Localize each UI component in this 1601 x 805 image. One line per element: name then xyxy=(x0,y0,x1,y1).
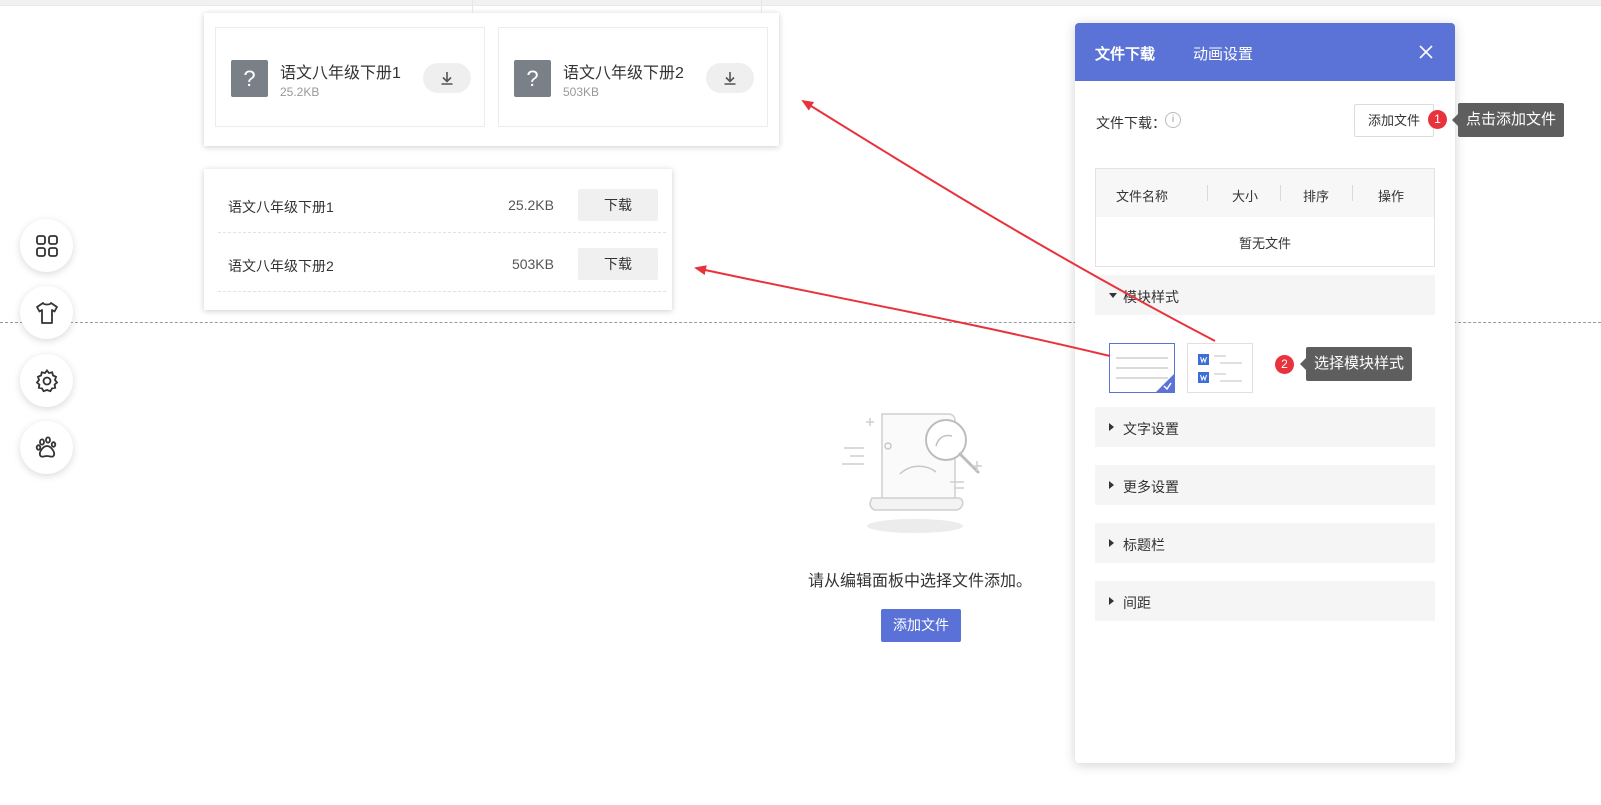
section-text-settings[interactable]: 文字设置 xyxy=(1095,407,1435,447)
tooltip-add-file: 点击添加文件 xyxy=(1451,103,1565,137)
file-name: 语文八年级下册2 xyxy=(228,258,334,274)
column-header-action: 操作 xyxy=(1378,189,1405,204)
column-header-name: 文件名称 xyxy=(1116,189,1169,204)
section-title: 文字设置 xyxy=(1123,421,1179,437)
style-option-list[interactable] xyxy=(1109,343,1175,393)
section-title-bar[interactable]: 标题栏 xyxy=(1095,523,1435,563)
caret-down-icon xyxy=(1109,293,1117,298)
column-header-order: 排序 xyxy=(1303,189,1330,204)
settings-button[interactable] xyxy=(20,354,73,407)
file-table: 文件名称 大小 排序 操作 暂无文件 xyxy=(1095,168,1435,267)
list-item: 语文八年级下册1 25.2KB 下载 xyxy=(218,175,666,233)
module-list-button[interactable] xyxy=(20,219,73,272)
add-file-button[interactable]: 添加文件 xyxy=(881,609,961,642)
download-button[interactable]: 下载 xyxy=(578,189,658,221)
file-download-editor-panel: 文件下载 动画设置 文件下载： i 添加文件 文件名称 大小 排序 操作 暂无文… xyxy=(1075,23,1455,763)
file-download-label: 文件下载： xyxy=(1096,115,1166,131)
tooltip-select-style: 选择模块样式 xyxy=(1299,347,1413,381)
baidu-button[interactable] xyxy=(20,421,73,474)
file-card: ? 语文八年级下册2 503KB xyxy=(498,27,768,127)
column-divider xyxy=(1207,185,1208,201)
close-icon[interactable] xyxy=(1415,41,1437,63)
download-icon xyxy=(441,72,453,85)
table-empty-text: 暂无文件 xyxy=(1238,236,1291,251)
panel-header: 文件下载 动画设置 xyxy=(1075,23,1455,81)
column-header-size: 大小 xyxy=(1232,189,1259,204)
file-name: 语文八年级下册1 xyxy=(228,199,334,215)
step-badge: 1 xyxy=(1428,110,1447,129)
file-size: 25.2KB xyxy=(508,197,554,213)
card-divider xyxy=(472,0,484,13)
column-divider xyxy=(1352,185,1353,201)
section-spacing[interactable]: 间距 xyxy=(1095,581,1435,621)
section-title: 标题栏 xyxy=(1123,537,1165,553)
card-style-preview: ? 语文八年级下册1 25.2KB ? 语文八年级下册2 503KB xyxy=(204,0,779,146)
unknown-file-icon: ? xyxy=(514,60,551,97)
theme-button[interactable] xyxy=(20,286,73,339)
caret-right-icon xyxy=(1109,597,1114,605)
list-item: 语文八年级下册2 503KB 下载 xyxy=(218,234,666,292)
card-style-thumbnail xyxy=(1198,354,1242,383)
unknown-file-icon: ? xyxy=(231,60,268,97)
section-module-style[interactable]: 模块样式 xyxy=(1095,275,1435,315)
file-card: ? 语文八年级下册1 25.2KB xyxy=(215,27,485,127)
list-style-thumbnail xyxy=(1116,357,1174,392)
add-file-button[interactable]: 添加文件 xyxy=(1354,104,1434,137)
list-style-preview: 语文八年级下册1 25.2KB 下载 语文八年级下册2 503KB 下载 xyxy=(204,169,672,310)
step-badge: 2 xyxy=(1275,355,1294,374)
download-button[interactable] xyxy=(423,63,471,93)
caret-right-icon xyxy=(1109,481,1114,489)
section-title: 模块样式 xyxy=(1123,289,1179,305)
tab-file-download[interactable]: 文件下载 xyxy=(1095,43,1155,64)
card-divider xyxy=(761,0,773,13)
style-option-card[interactable] xyxy=(1187,343,1253,393)
table-header: 文件名称 大小 排序 操作 xyxy=(1096,169,1434,217)
grid-icon xyxy=(35,234,58,257)
paw-icon xyxy=(35,436,56,458)
section-more-settings[interactable]: 更多设置 xyxy=(1095,465,1435,505)
arrow-to-list-preview xyxy=(694,265,1111,357)
download-button[interactable] xyxy=(706,63,754,93)
file-size: 503KB xyxy=(511,256,554,272)
file-name: 语文八年级下册1 xyxy=(280,65,401,82)
tab-animation-settings[interactable]: 动画设置 xyxy=(1193,43,1253,64)
section-title: 间距 xyxy=(1123,595,1151,611)
gear-icon xyxy=(35,368,58,392)
download-icon xyxy=(724,72,736,85)
top-strip xyxy=(0,0,1601,6)
download-button[interactable]: 下载 xyxy=(578,248,658,280)
caret-right-icon xyxy=(1109,539,1114,547)
shirt-icon xyxy=(35,301,58,324)
column-divider xyxy=(1280,185,1281,201)
info-icon[interactable]: i xyxy=(1165,112,1181,128)
caret-right-icon xyxy=(1109,423,1114,431)
section-title: 更多设置 xyxy=(1123,479,1179,495)
file-name: 语文八年级下册2 xyxy=(563,65,684,82)
empty-file-illustration xyxy=(842,413,982,533)
file-size: 25.2KB xyxy=(280,85,320,99)
empty-state-message: 请从编辑面板中选择文件添加。 xyxy=(807,573,1032,590)
file-size: 503KB xyxy=(563,85,600,99)
